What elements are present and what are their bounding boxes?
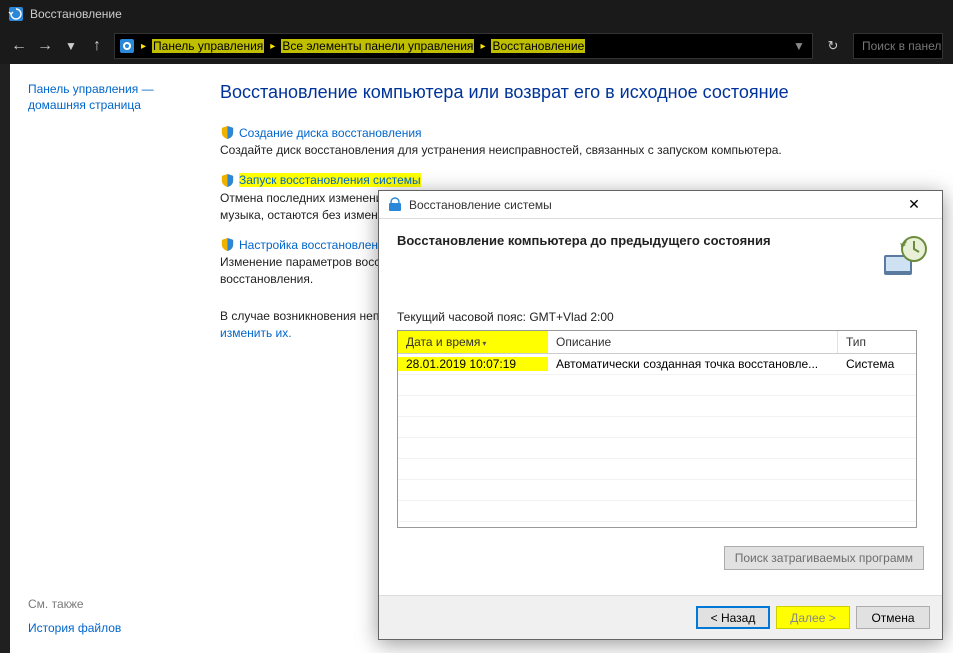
restore-points-table: Дата и время▾ Описание Тип 28.01.2019 10… (397, 330, 917, 528)
dialog-footer: < Назад Далее > Отмена (379, 595, 942, 639)
address-bar[interactable]: ▸ Панель управления ▸ Все элементы панел… (114, 33, 813, 59)
window-title: Восстановление (30, 7, 122, 21)
restore-icon (387, 197, 403, 213)
window-titlebar: Восстановление (0, 0, 953, 28)
table-header: Дата и время▾ Описание Тип (398, 331, 916, 354)
table-row[interactable] (398, 501, 916, 522)
cpl-home-link[interactable]: Панель управления — домашняя страница (28, 82, 210, 113)
breadcrumb-sep-icon: ▸ (480, 41, 485, 52)
note-link[interactable]: изменить их. (220, 326, 292, 340)
next-button: Далее > (776, 606, 850, 629)
option-desc: Создайте диск восстановления для устране… (220, 142, 933, 159)
see-also-label: См. также (28, 597, 121, 611)
shield-icon (220, 237, 235, 252)
restore-illustration-icon (880, 233, 928, 281)
table-row[interactable] (398, 375, 916, 396)
table-row[interactable] (398, 438, 916, 459)
timezone-label: Текущий часовой пояс: GMT+Vlad 2:00 (397, 310, 924, 324)
col-date-time[interactable]: Дата и время▾ (398, 331, 548, 353)
option-link[interactable]: Создание диска восстановления (239, 126, 422, 140)
table-row[interactable] (398, 396, 916, 417)
navbar: ← → ▼ ↑ ▸ Панель управления ▸ Все элемен… (0, 28, 953, 64)
breadcrumb-item[interactable]: Панель управления (152, 39, 264, 53)
nav-back-icon[interactable]: ← (10, 37, 28, 55)
table-row[interactable]: 28.01.2019 10:07:19 Автоматически создан… (398, 354, 916, 375)
cell-date-time: 28.01.2019 10:07:19 (398, 357, 548, 371)
search-input[interactable]: Поиск в панели (853, 33, 943, 59)
option-link[interactable]: Запуск восстановления системы (239, 173, 421, 187)
refresh-icon[interactable]: ↻ (821, 38, 845, 54)
table-row[interactable] (398, 459, 916, 480)
breadcrumb-item[interactable]: Все элементы панели управления (281, 39, 474, 53)
dialog-titlebar: Восстановление системы ✕ (379, 191, 942, 219)
dialog-title: Восстановление системы (409, 198, 888, 212)
shield-icon (220, 125, 235, 140)
close-icon[interactable]: ✕ (894, 196, 934, 213)
address-dropdown-icon[interactable]: ▼ (790, 39, 808, 53)
dialog-subtitle: Восстановление компьютера до предыдущего… (397, 233, 924, 248)
dialog-body: Восстановление компьютера до предыдущего… (379, 219, 942, 597)
cell-description: Автоматически созданная точка восстановл… (548, 357, 838, 371)
col-description[interactable]: Описание (548, 331, 838, 353)
sort-desc-icon: ▾ (482, 339, 486, 348)
back-button[interactable]: < Назад (696, 606, 770, 629)
nav-history-icon[interactable]: ▼ (62, 39, 80, 53)
cancel-button[interactable]: Отмена (856, 606, 930, 629)
side-bottom: См. также История файлов (28, 597, 121, 635)
breadcrumb-sep-icon: ▸ (141, 41, 146, 52)
affected-programs-button[interactable]: Поиск затрагиваемых программ (724, 546, 924, 570)
sidepane: Панель управления — домашняя страница См… (10, 64, 220, 653)
file-history-link[interactable]: История файлов (28, 621, 121, 635)
nav-up-icon[interactable]: ↑ (88, 37, 106, 55)
option-create-recovery-drive: Создание диска восстановления Создайте д… (220, 125, 933, 159)
nav-forward-icon[interactable]: → (36, 37, 54, 55)
recovery-icon (8, 6, 24, 22)
col-type[interactable]: Тип (838, 331, 916, 353)
cell-type: Система (838, 357, 916, 371)
shield-icon (220, 173, 235, 188)
table-row[interactable] (398, 417, 916, 438)
breadcrumb-item[interactable]: Восстановление (491, 39, 585, 53)
system-restore-dialog: Восстановление системы ✕ Восстановление … (378, 190, 943, 640)
table-row[interactable] (398, 480, 916, 501)
breadcrumb-sep-icon: ▸ (270, 41, 275, 52)
page-title: Восстановление компьютера или возврат ег… (220, 82, 933, 103)
cpl-icon (119, 38, 135, 54)
